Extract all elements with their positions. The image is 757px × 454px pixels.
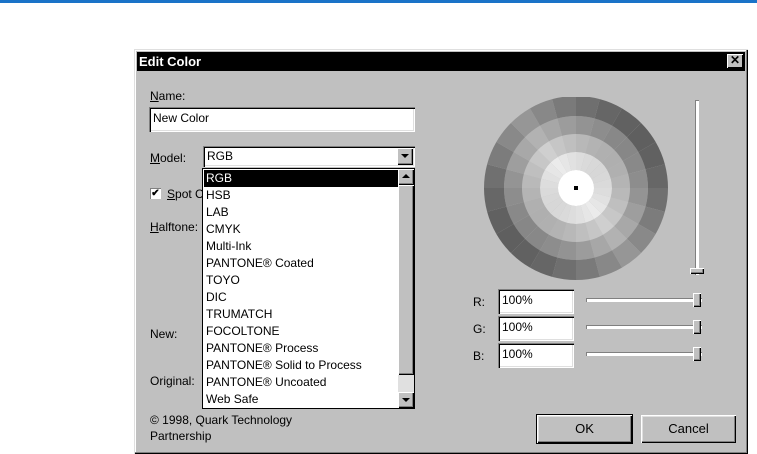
scroll-up-button[interactable] <box>398 169 414 185</box>
name-label-rest: ame: <box>158 89 186 103</box>
scroll-down-button[interactable] <box>398 392 414 408</box>
b-slider-thumb[interactable] <box>693 347 701 361</box>
copyright-line-1: © 1998, Quark Technology <box>150 413 293 427</box>
model-option[interactable]: TRUMATCH <box>204 306 398 323</box>
name-input[interactable]: New Color <box>149 107 415 132</box>
scroll-thumb[interactable] <box>398 185 414 375</box>
spot-color-label: Spot C <box>167 187 204 201</box>
close-button[interactable]: ✕ <box>727 54 743 68</box>
color-wheel[interactable] <box>480 97 670 287</box>
model-option[interactable]: FOCOLTONE <box>204 323 398 340</box>
close-icon: ✕ <box>729 53 741 67</box>
model-label: Model: <box>150 151 187 165</box>
model-select[interactable]: RGB <box>203 146 415 167</box>
model-option[interactable]: PANTONE® Solid to Process <box>204 357 398 374</box>
r-input-value: 100% <box>502 293 533 307</box>
chevron-down-icon <box>401 154 409 158</box>
model-dropdown-button[interactable] <box>397 148 413 165</box>
b-label: B: <box>473 349 485 363</box>
g-input[interactable]: 100% <box>498 316 574 341</box>
chevron-up-icon <box>402 174 410 178</box>
cancel-button-label: Cancel <box>668 421 709 436</box>
dialog-title-bar[interactable]: Edit Color ✕ <box>137 52 745 71</box>
b-slider-track[interactable] <box>586 352 702 356</box>
dialog-title: Edit Color <box>139 54 202 69</box>
g-slider-thumb[interactable] <box>693 320 701 334</box>
original-swatch-label: Original: <box>150 374 195 388</box>
brightness-slider-track[interactable] <box>695 100 699 275</box>
copyright-line-2: Partnership <box>150 429 212 443</box>
model-option[interactable]: PANTONE® Coated <box>204 255 398 272</box>
r-input[interactable]: 100% <box>498 289 574 314</box>
model-option[interactable]: Web Safe <box>204 391 398 408</box>
spot-color-checkbox[interactable]: ✔ <box>150 188 161 199</box>
chevron-down-icon <box>402 398 410 402</box>
g-input-value: 100% <box>502 320 533 334</box>
g-label: G: <box>473 322 486 336</box>
model-option[interactable]: PANTONE® Uncoated <box>204 374 398 391</box>
r-label: R: <box>473 295 485 309</box>
brightness-slider-thumb[interactable] <box>690 268 704 274</box>
list-scrollbar[interactable] <box>398 169 414 408</box>
name-input-value: New Color <box>153 111 210 125</box>
ok-button[interactable]: OK <box>536 414 633 444</box>
model-selected-value: RGB <box>207 149 234 163</box>
model-option[interactable]: TOYO <box>204 272 398 289</box>
checkmark-icon: ✔ <box>151 188 160 199</box>
model-option[interactable]: Multi-Ink <box>204 238 398 255</box>
wheel-selection-marker[interactable] <box>574 186 578 190</box>
model-option[interactable]: HSB <box>204 187 398 204</box>
model-dropdown-list[interactable]: RGB HSB LAB CMYK Multi-Ink PANTONE® Coated TOY… <box>202 168 415 409</box>
name-label: Name: <box>150 89 186 103</box>
model-option[interactable]: LAB <box>204 204 398 221</box>
model-option[interactable]: PANTONE® Process <box>204 340 398 357</box>
b-input-value: 100% <box>502 347 533 361</box>
r-slider-track[interactable] <box>586 298 702 302</box>
cancel-button[interactable]: Cancel <box>641 415 736 443</box>
ok-button-label: OK <box>575 421 594 436</box>
g-slider-track[interactable] <box>586 325 702 329</box>
model-option[interactable]: CMYK <box>204 221 398 238</box>
model-option[interactable]: RGB <box>204 170 398 187</box>
b-input[interactable]: 100% <box>498 343 574 368</box>
halftone-label: Halftone: <box>150 220 199 234</box>
r-slider-thumb[interactable] <box>693 293 701 307</box>
new-swatch-label: New: <box>150 327 178 341</box>
model-option[interactable]: DIC <box>204 289 398 306</box>
top-accent-line <box>0 0 757 3</box>
